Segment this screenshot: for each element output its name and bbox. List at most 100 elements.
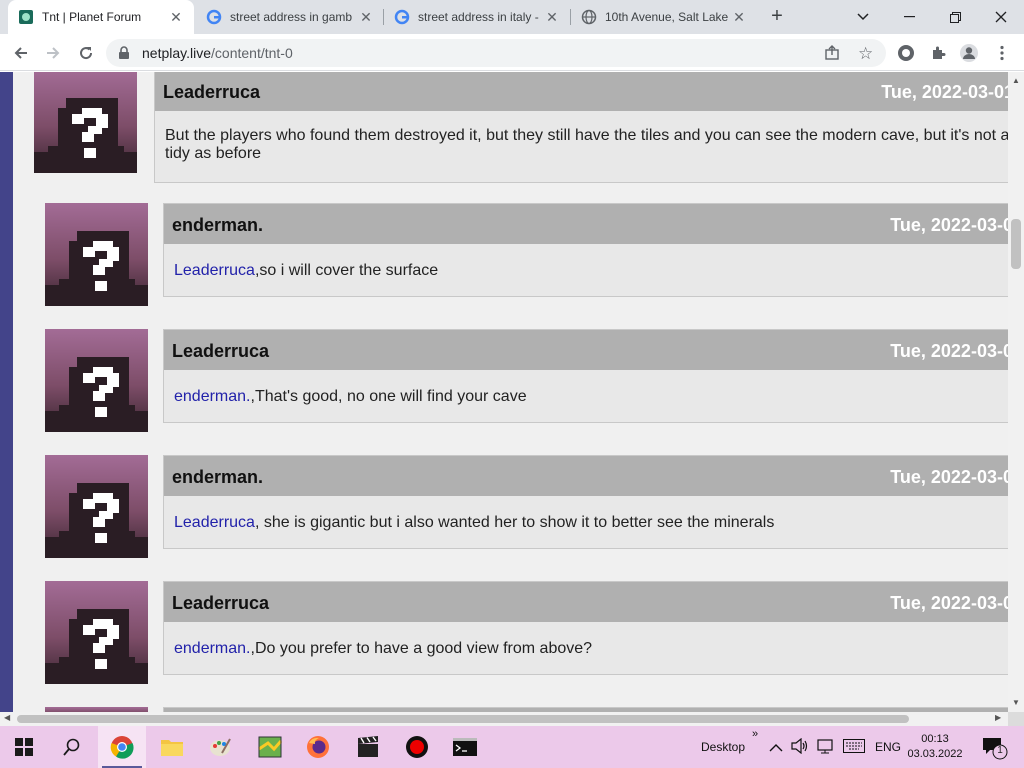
screen-recorder-icon[interactable]	[393, 726, 441, 768]
reload-button[interactable]	[73, 40, 99, 66]
forum-post: Leaderruca Tue, 2022-03-01 2 But the pla…	[34, 72, 1008, 185]
minimize-button[interactable]	[886, 0, 932, 34]
account-avatar-icon[interactable]	[956, 40, 982, 66]
tab-planet-forum[interactable]: Tnt | Planet Forum ✕	[8, 0, 194, 34]
post-date: Tue, 2022-03-01 2	[881, 82, 1008, 102]
video-editor-icon[interactable]	[344, 726, 392, 768]
notification-count: 1	[997, 745, 1003, 756]
tab-street-address-gamb[interactable]: street address in gamb ✕	[196, 0, 384, 34]
vertical-scrollbar[interactable]: ▲ ▼	[1008, 72, 1024, 712]
scroll-down-arrow-icon[interactable]: ▼	[1011, 698, 1021, 708]
url-text: netplay.live/content/tnt-0	[142, 45, 293, 61]
post-header: Leaderruca Tue, 2022-03-01 2	[164, 330, 1008, 370]
clock-time: 00:13	[921, 733, 949, 745]
new-tab-button[interactable]: +	[766, 6, 788, 28]
tab-10th-avenue[interactable]: 10th Avenue, Salt Lake ✕	[571, 0, 757, 34]
post-date: Tue, 2022-03-01 2	[890, 215, 1008, 235]
avatar	[34, 72, 137, 173]
post-message-box: Leaderruca Tue, 2022-03-01 2 But the pla…	[154, 72, 1008, 183]
forum-page: Leaderruca Tue, 2022-03-01 2 But the pla…	[0, 72, 1008, 712]
globe-icon	[581, 9, 597, 25]
horizontal-scrollbar[interactable]: ◀ ▶	[0, 712, 1008, 726]
post-author[interactable]: Leaderruca	[172, 341, 269, 362]
address-bar[interactable]: netplay.live/content/tnt-0 ☆	[106, 39, 886, 67]
avatar	[45, 203, 148, 306]
start-button[interactable]	[0, 726, 48, 768]
close-tab-icon[interactable]: ✕	[544, 9, 560, 25]
network-icon[interactable]	[816, 738, 834, 757]
firefox-icon[interactable]	[294, 726, 342, 768]
restore-button[interactable]	[932, 0, 978, 34]
scroll-right-arrow-icon[interactable]: ▶	[995, 713, 1001, 722]
volume-icon[interactable]	[791, 737, 809, 757]
post-author[interactable]: enderman.	[172, 467, 263, 488]
language-indicator[interactable]: ENG	[875, 740, 901, 754]
avatar	[45, 581, 148, 684]
back-button[interactable]	[8, 40, 34, 66]
extensions-puzzle-icon[interactable]	[925, 40, 951, 66]
mention-link[interactable]: enderman.	[174, 640, 251, 657]
close-window-button[interactable]	[978, 0, 1024, 34]
paint-icon[interactable]	[196, 726, 244, 768]
chevron-up-icon[interactable]	[769, 740, 783, 755]
forum-post: enderman. Tue, 2022-03-01 2 Leaderruca,s…	[45, 203, 1008, 307]
avatar	[45, 455, 148, 558]
notifications-icon[interactable]: 1	[982, 736, 1008, 763]
share-icon[interactable]	[824, 45, 840, 64]
tab-search-chevron-icon[interactable]	[840, 0, 886, 34]
post-header: enderman. Tue, 2022-03-01 2	[164, 456, 1008, 496]
close-tab-icon[interactable]: ✕	[731, 9, 747, 25]
clock[interactable]: 00:13 03.03.2022	[905, 732, 965, 762]
chrome-taskbar-icon[interactable]	[98, 726, 146, 768]
tab-street-address-italy[interactable]: street address in italy - ✕	[384, 0, 570, 34]
profile-extension-icon[interactable]	[893, 40, 919, 66]
terminal-icon[interactable]	[441, 726, 489, 768]
more-menu-icon[interactable]	[989, 40, 1015, 66]
post-date: Tue, 2022-03-01 2	[890, 341, 1008, 361]
close-tab-icon[interactable]: ✕	[168, 9, 184, 25]
post-body: Leaderruca,so i will cover the surface	[174, 262, 439, 279]
scroll-left-arrow-icon[interactable]: ◀	[4, 713, 10, 722]
maps-app-icon[interactable]	[246, 726, 294, 768]
post-message-box: enderman. Tue, 2022-03-01 2 Leaderruca, …	[163, 455, 1008, 549]
toolbar-expand-chevron[interactable]: »	[752, 728, 758, 740]
forum-post: Leaderruca Tue, 2022-03-01 2 enderman.,D…	[45, 581, 1008, 685]
post-author[interactable]: enderman.	[172, 215, 263, 236]
mention-link[interactable]: Leaderruca	[174, 514, 255, 531]
clock-date: 03.03.2022	[907, 748, 963, 760]
search-icon[interactable]	[48, 726, 96, 768]
desktop-toolbar-label[interactable]: Desktop	[701, 740, 745, 754]
post-message-box: Leaderruca Tue, 2022-03-01 2 enderman.,D…	[163, 581, 1008, 675]
planet-forum-favicon-icon	[18, 9, 34, 25]
scroll-up-arrow-icon[interactable]: ▲	[1011, 76, 1021, 86]
post-body: But the players who found them destroyed…	[165, 127, 1008, 162]
post-header: Leaderruca Tue, 2022-03-01 2	[155, 72, 1008, 111]
tab-strip: Tnt | Planet Forum ✕ street address in g…	[0, 0, 1024, 34]
forum-post: enderman. Tue, 2022-03-01 2 Leaderruca, …	[45, 455, 1008, 559]
windows-taskbar: Desktop » ENG 00:13 03.03.2022 1	[0, 726, 1024, 768]
file-explorer-icon[interactable]	[148, 726, 196, 768]
google-icon	[394, 9, 410, 25]
post-body: Leaderruca, she is gigantic but i also w…	[174, 514, 775, 531]
scrollbar-corner	[1008, 712, 1024, 726]
lock-icon	[118, 46, 130, 60]
vertical-scroll-thumb[interactable]	[1011, 219, 1021, 269]
close-tab-icon[interactable]: ✕	[358, 9, 374, 25]
forward-button[interactable]	[40, 40, 66, 66]
google-icon	[206, 9, 222, 25]
avatar	[45, 329, 148, 432]
horizontal-scroll-thumb[interactable]	[17, 715, 909, 723]
keyboard-icon[interactable]	[843, 739, 865, 756]
forum-post: Leaderruca Tue, 2022-03-01 2 enderman.,T…	[45, 329, 1008, 433]
post-message-box: Leaderruca Tue, 2022-03-01 2 enderman.,T…	[163, 329, 1008, 423]
post-author[interactable]: Leaderruca	[172, 593, 269, 614]
post-body: enderman.,Do you prefer to have a good v…	[174, 640, 593, 657]
mention-link[interactable]: Leaderruca	[174, 262, 255, 279]
bookmark-star-icon[interactable]: ☆	[858, 44, 873, 64]
browser-toolbar: netplay.live/content/tnt-0 ☆	[0, 34, 1024, 71]
left-accent-bar	[0, 72, 13, 712]
mention-link[interactable]: enderman.	[174, 388, 251, 405]
post-date: Tue, 2022-03-01 2	[890, 593, 1008, 613]
post-author[interactable]: Leaderruca	[163, 82, 260, 103]
post-header: enderman. Tue, 2022-03-01 2	[164, 204, 1008, 244]
